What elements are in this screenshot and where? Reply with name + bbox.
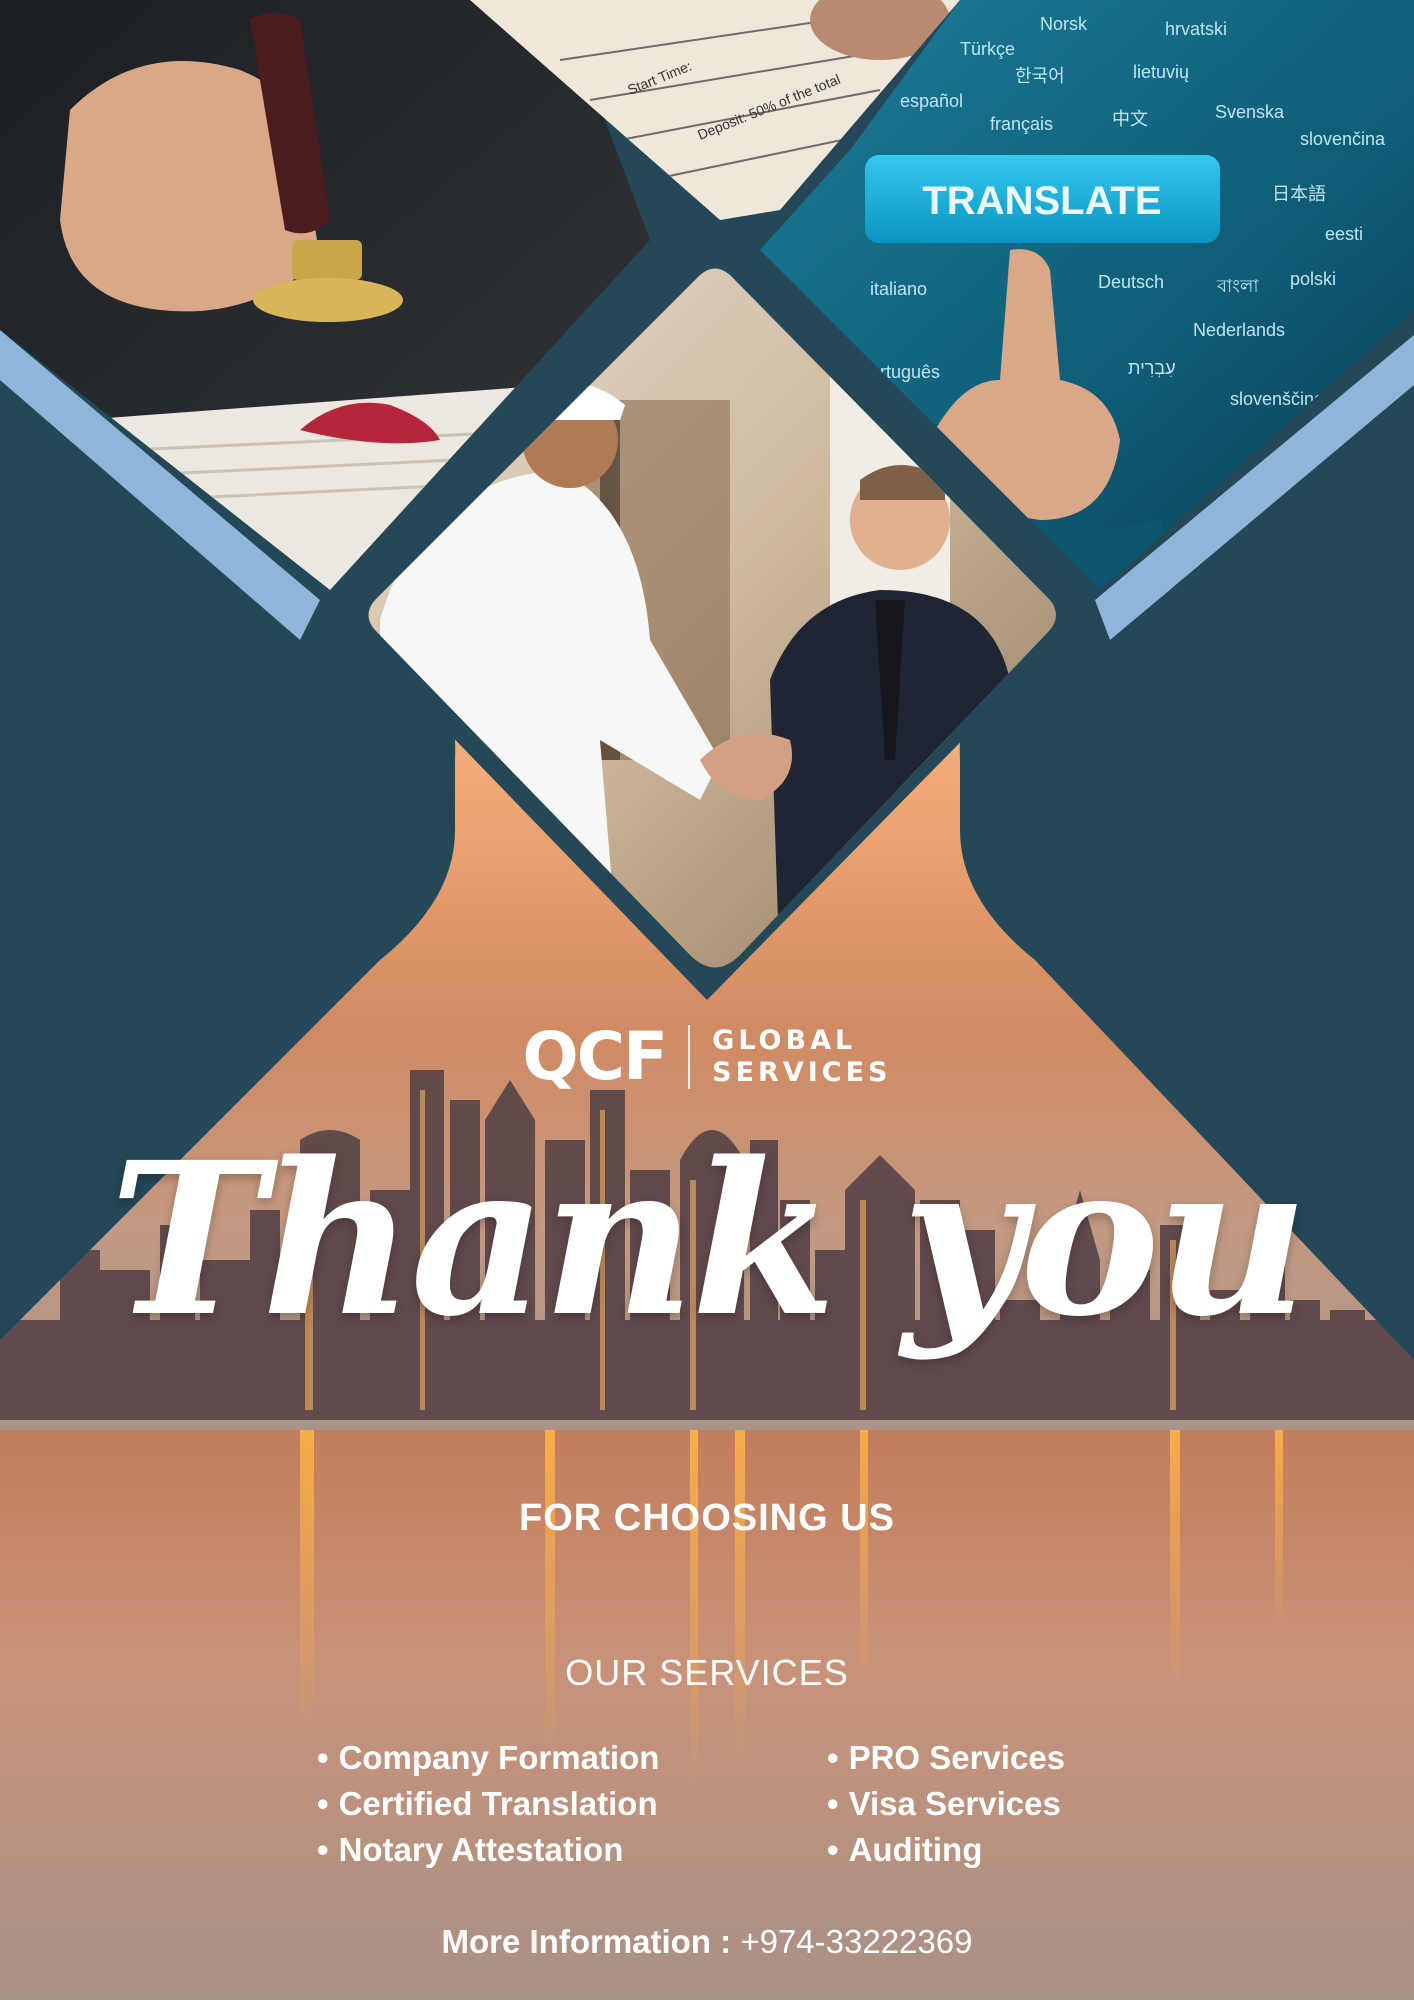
- language-label: 한국어: [1015, 66, 1065, 86]
- language-label: lietuvių: [1133, 62, 1189, 82]
- language-label: Türkçe: [960, 39, 1015, 59]
- service-item: PRO Services: [827, 1735, 1097, 1781]
- contact-label: More Information :: [441, 1923, 732, 1960]
- services-heading: OUR SERVICES: [565, 1652, 849, 1693]
- language-label: Deutsch: [1098, 272, 1164, 292]
- language-label: বাংলা: [1216, 276, 1259, 296]
- language-label: hrvatski: [1165, 19, 1227, 39]
- services-column-right: PRO Services Visa Services Auditing: [827, 1735, 1097, 1873]
- company-logo: QCF GLOBAL SERVICES: [0, 1024, 1414, 1090]
- service-item: Notary Attestation: [317, 1827, 827, 1873]
- subtitle: FOR CHOOSING US: [518, 1497, 896, 1539]
- language-label: polski: [1290, 269, 1336, 289]
- language-label: 中文: [1112, 109, 1148, 129]
- poster: Start Time: Deposit: 50% of the total No…: [0, 0, 1414, 2000]
- logo-line-services: SERVICES: [712, 1057, 892, 1088]
- service-item: Visa Services: [827, 1781, 1097, 1827]
- language-label: עִבְרִית: [1128, 358, 1176, 378]
- service-item: Auditing: [827, 1827, 1097, 1873]
- language-label: eesti: [1325, 224, 1363, 244]
- contact-phone[interactable]: +974-33222369: [740, 1923, 972, 1960]
- thank-you-headline: Thank you: [109, 1116, 1308, 1363]
- service-item: Certified Translation: [317, 1781, 827, 1827]
- service-item: Company Formation: [317, 1735, 827, 1781]
- logo-line-global: GLOBAL: [712, 1024, 857, 1056]
- language-label: Norsk: [1040, 14, 1088, 34]
- contact-info: More Information : +974-33222369: [0, 1923, 1414, 1961]
- background-artwork: Start Time: Deposit: 50% of the total No…: [0, 0, 1414, 2000]
- qcf-logo-icon: QCF: [522, 1018, 669, 1095]
- language-label: Svenska: [1215, 102, 1285, 122]
- language-label: español: [900, 91, 963, 111]
- language-label: 日本語: [1272, 184, 1326, 204]
- services-list: Company Formation Certified Translation …: [0, 1735, 1414, 1873]
- logo-divider: [688, 1025, 691, 1089]
- language-label: français: [990, 114, 1053, 134]
- language-label: italiano: [870, 279, 927, 299]
- language-label: slovenčina: [1300, 129, 1386, 149]
- logo-wordmark: GLOBAL SERVICES: [712, 1025, 891, 1090]
- services-column-left: Company Formation Certified Translation …: [317, 1735, 827, 1873]
- language-label: Nederlands: [1193, 320, 1285, 340]
- svg-text:TRANSLATE: TRANSLATE: [922, 179, 1161, 223]
